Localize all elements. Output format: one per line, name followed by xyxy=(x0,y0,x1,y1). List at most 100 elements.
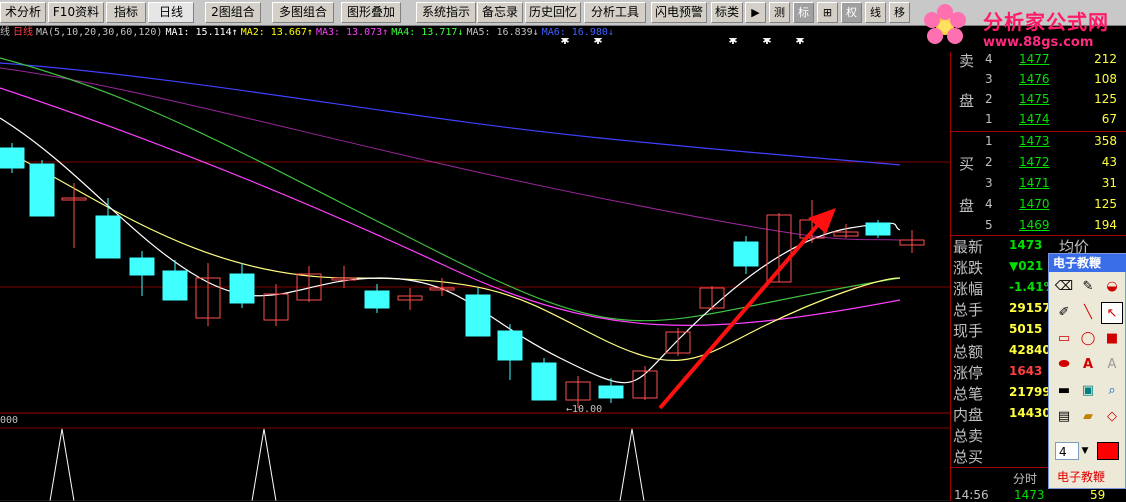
screen-icon[interactable]: ▣ xyxy=(1077,380,1099,402)
kline-chart[interactable]: ←10.00 ✱ ✱ ✱ ✱ ✱ xyxy=(0,38,950,501)
sell-volume: 125 xyxy=(1094,92,1117,106)
color-block-icon[interactable]: ▬ xyxy=(1053,380,1075,402)
play-icon[interactable]: ▶ xyxy=(745,2,766,23)
filled-rect-icon[interactable]: ■ xyxy=(1101,328,1123,350)
filled-ellipse-icon[interactable]: ⬬ xyxy=(1053,354,1075,376)
stat-label: 涨幅 xyxy=(953,280,984,298)
toolbar-button-8[interactable]: 备忘录 xyxy=(477,2,523,23)
buy-row-1: 1 1473 358 xyxy=(951,134,1126,153)
buy-price: 1473 xyxy=(1019,134,1050,148)
star-marker-3: ✱ xyxy=(762,38,771,47)
buy-side-label: 盘 xyxy=(959,197,975,215)
pen-icon[interactable]: ✎ xyxy=(1077,276,1099,298)
candle-body-26 xyxy=(865,222,891,236)
star-marker-4: ✱ xyxy=(795,38,804,47)
move-icon[interactable]: 移 xyxy=(889,2,910,23)
buy-volume: 194 xyxy=(1094,218,1117,232)
sell-side-label: 盘 xyxy=(959,92,975,110)
toolbar-button-0[interactable]: 术分析 xyxy=(0,2,46,23)
chevron-down-icon[interactable]: ▼ xyxy=(1079,440,1091,462)
toolbar-button-3[interactable]: 日线 xyxy=(148,2,194,23)
arrow-tool-icon[interactable]: ↖ xyxy=(1101,302,1123,324)
rectangle-icon[interactable]: ▭ xyxy=(1053,328,1075,350)
stat-label: 涨跌 xyxy=(953,259,984,277)
stat-value: 5015 xyxy=(1009,322,1043,336)
buy-row-3: 3 1471 31 xyxy=(951,176,1126,195)
stat-label: 总手 xyxy=(953,301,984,319)
ma6-line xyxy=(0,62,901,166)
text-style-icon[interactable]: A xyxy=(1101,354,1123,376)
buy-volume: 125 xyxy=(1094,197,1117,211)
indicator-spike-2 xyxy=(619,428,645,501)
buy-row-4: 盘 4 1470 125 xyxy=(951,197,1126,216)
stat-label: 总卖 xyxy=(953,427,984,445)
buy-volume: 358 xyxy=(1094,134,1117,148)
candle-body-16 xyxy=(531,362,557,401)
candle-body-0 xyxy=(0,147,25,169)
open-folder-icon[interactable]: ▰ xyxy=(1077,406,1099,428)
buy-volume: 43 xyxy=(1101,155,1117,169)
stat-value: ▼021 xyxy=(1009,259,1044,273)
buy-level: 2 xyxy=(985,155,993,169)
stat-label: 总额 xyxy=(953,343,984,361)
logo-title: 分析家公式网 xyxy=(983,10,1109,34)
ma-item-4: MA4: 13.717↓ xyxy=(391,27,464,38)
stat-value: 1643 xyxy=(1009,364,1043,378)
zoom-icon[interactable]: ⌕ xyxy=(1101,380,1123,402)
buy-price: 1470 xyxy=(1019,197,1050,211)
toolbar-button-7[interactable]: 系统指示 xyxy=(416,2,476,23)
ma-item-3: MA3: 13.073↑ xyxy=(315,27,389,38)
toolbox-title[interactable]: 电子教鞭 xyxy=(1049,254,1126,272)
buy-level: 3 xyxy=(985,176,993,190)
eraser-icon[interactable]: ⌫ xyxy=(1053,276,1075,298)
toolbar-button-2[interactable]: 指标 xyxy=(106,2,146,23)
star-marker-0: ✱ xyxy=(560,38,569,47)
measure-icon[interactable]: 测 xyxy=(769,2,790,23)
sell-price: 1475 xyxy=(1019,92,1050,106)
sell-row-4: 1 1474 67 xyxy=(951,112,1126,131)
toolbar-button-5[interactable]: 多图组合 xyxy=(272,2,334,23)
buy-row-2: 买 2 1472 43 xyxy=(951,155,1126,174)
ma2-line xyxy=(0,147,901,361)
indicator-spike-0 xyxy=(49,428,75,501)
ma1-line xyxy=(0,117,901,384)
toolbar-button-4[interactable]: 2图组合 xyxy=(205,2,261,23)
buy-level: 5 xyxy=(985,218,993,232)
text-tool-icon[interactable]: A xyxy=(1077,354,1099,376)
candle-body-22 xyxy=(733,241,759,267)
color-picker[interactable] xyxy=(1097,442,1119,460)
toolbar-button-6[interactable]: 图形叠加 xyxy=(341,2,401,23)
sell-price: 1474 xyxy=(1019,112,1050,126)
line-tool-icon[interactable]: ╲ xyxy=(1077,302,1099,324)
buy-side-label: 买 xyxy=(959,155,975,173)
buy-price: 1469 xyxy=(1019,218,1050,232)
orderbook-separator xyxy=(951,131,1126,132)
ma-prefix: 线 xyxy=(0,27,10,38)
toolbar-button-12[interactable]: 标类 xyxy=(711,2,743,23)
diamond-icon[interactable]: ◇ xyxy=(1101,406,1123,428)
stat-label: 现手 xyxy=(953,322,984,340)
indicator-label: 000 xyxy=(0,415,19,426)
teaching-toolbox[interactable]: 电子教鞭 ⌫ ✎ ◒ ✐ ╲ ↖ ▭ ◯ ■ ⬬ A A ▬ ▣ ⌕ ▤ ▰ ◇… xyxy=(1048,253,1126,489)
toolbar-button-11[interactable]: 闪电预警 xyxy=(651,2,707,23)
ma-item-6: MA6: 16.980↓ xyxy=(541,27,614,38)
sell-price: 1476 xyxy=(1019,72,1050,86)
sell-price: 1477 xyxy=(1019,52,1050,66)
ma4-line xyxy=(0,57,901,322)
ma-period: 日线 xyxy=(13,27,33,38)
line-icon[interactable]: 线 xyxy=(865,2,886,23)
ellipse-icon[interactable]: ◯ xyxy=(1077,328,1099,350)
save-icon[interactable]: ▤ xyxy=(1053,406,1075,428)
mark-icon[interactable]: 标 xyxy=(793,2,814,23)
crosshair-icon[interactable]: ⊞ xyxy=(817,2,838,23)
toolbar-button-1[interactable]: F10资料 xyxy=(48,2,104,23)
brush-icon[interactable]: ✐ xyxy=(1053,302,1075,324)
logo-url: www.88gs.com xyxy=(983,35,1094,50)
toolbar-button-10[interactable]: 分析工具 xyxy=(584,2,646,23)
rights-icon[interactable]: 权 xyxy=(841,2,862,23)
size-select[interactable]: 4 xyxy=(1055,442,1079,460)
toolbar-button-9[interactable]: 历史回忆 xyxy=(525,2,581,23)
ma-item-5: MA5: 16.839↓ xyxy=(466,27,539,38)
fill-icon[interactable]: ◒ xyxy=(1101,276,1123,298)
candle-body-18 xyxy=(598,385,624,399)
